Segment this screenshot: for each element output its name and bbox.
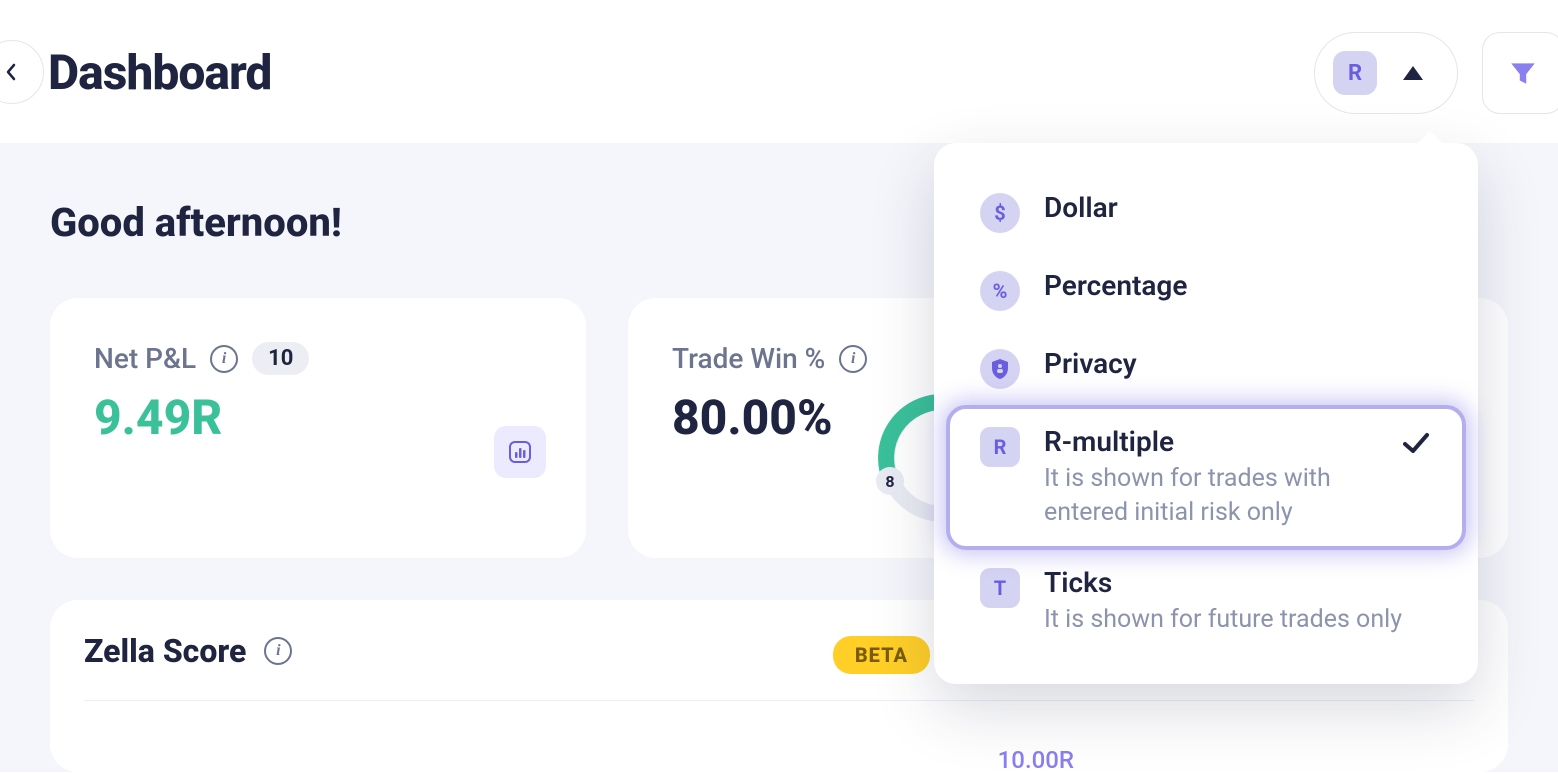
privacy-icon xyxy=(980,349,1020,389)
trade-win-label: Trade Win % xyxy=(672,342,825,375)
dollar-icon xyxy=(980,193,1020,233)
unit-option-ticks[interactable]: T Ticks It is shown for future trades on… xyxy=(934,548,1478,655)
donut-percent-label: 8 xyxy=(885,472,894,491)
unit-selector-badge: R xyxy=(1333,51,1377,95)
r-multiple-icon: R xyxy=(980,427,1020,467)
back-button[interactable] xyxy=(0,40,44,104)
info-icon[interactable] xyxy=(210,345,238,373)
caret-up-icon xyxy=(1403,66,1423,80)
unit-option-privacy[interactable]: Privacy xyxy=(934,329,1478,407)
beta-badge: BETA xyxy=(833,636,930,674)
unit-option-label: R-multiple xyxy=(1044,425,1376,458)
net-pnl-label: Net P&L xyxy=(94,342,196,375)
ticks-icon: T xyxy=(980,568,1020,608)
unit-option-percentage[interactable]: Percentage xyxy=(934,251,1478,329)
unit-option-sub: It is shown for trades with entered init… xyxy=(1044,462,1376,530)
net-pnl-count: 10 xyxy=(252,342,309,375)
net-pnl-chart-button[interactable] xyxy=(494,426,546,478)
unit-option-r-multiple[interactable]: R R-multiple It is shown for trades with… xyxy=(934,407,1478,548)
percent-icon xyxy=(980,271,1020,311)
net-pnl-header: Net P&L 10 xyxy=(94,342,542,375)
unit-option-label: Percentage xyxy=(1044,269,1432,302)
filter-button[interactable] xyxy=(1482,32,1558,114)
net-pnl-card: Net P&L 10 9.49R xyxy=(50,298,586,558)
unit-option-sub: It is shown for future trades only xyxy=(1044,603,1432,637)
chevron-left-icon xyxy=(2,62,22,82)
bar-chart-icon xyxy=(507,439,533,465)
check-icon xyxy=(1400,427,1432,459)
net-pnl-value: 9.49R xyxy=(94,389,542,446)
unit-selector-dropdown: Dollar Percentage Privacy R R-multiple I… xyxy=(934,143,1478,684)
unit-option-label: Ticks xyxy=(1044,566,1432,599)
info-icon[interactable] xyxy=(839,345,867,373)
unit-option-label: Dollar xyxy=(1044,191,1432,224)
unit-option-label: Privacy xyxy=(1044,347,1432,380)
trade-win-donut: 8 xyxy=(873,393,937,523)
zella-title: Zella Score xyxy=(84,632,246,670)
header-bar: Dashboard R xyxy=(0,0,1558,143)
unit-selector-button[interactable]: R xyxy=(1314,32,1458,114)
divider xyxy=(84,700,1474,701)
info-icon[interactable] xyxy=(264,637,292,665)
filter-icon xyxy=(1508,58,1538,88)
header-actions: R xyxy=(1314,32,1558,114)
zella-axis-label: 10.00R xyxy=(998,746,1074,774)
page-title: Dashboard xyxy=(48,44,271,101)
unit-option-dollar[interactable]: Dollar xyxy=(934,173,1478,251)
